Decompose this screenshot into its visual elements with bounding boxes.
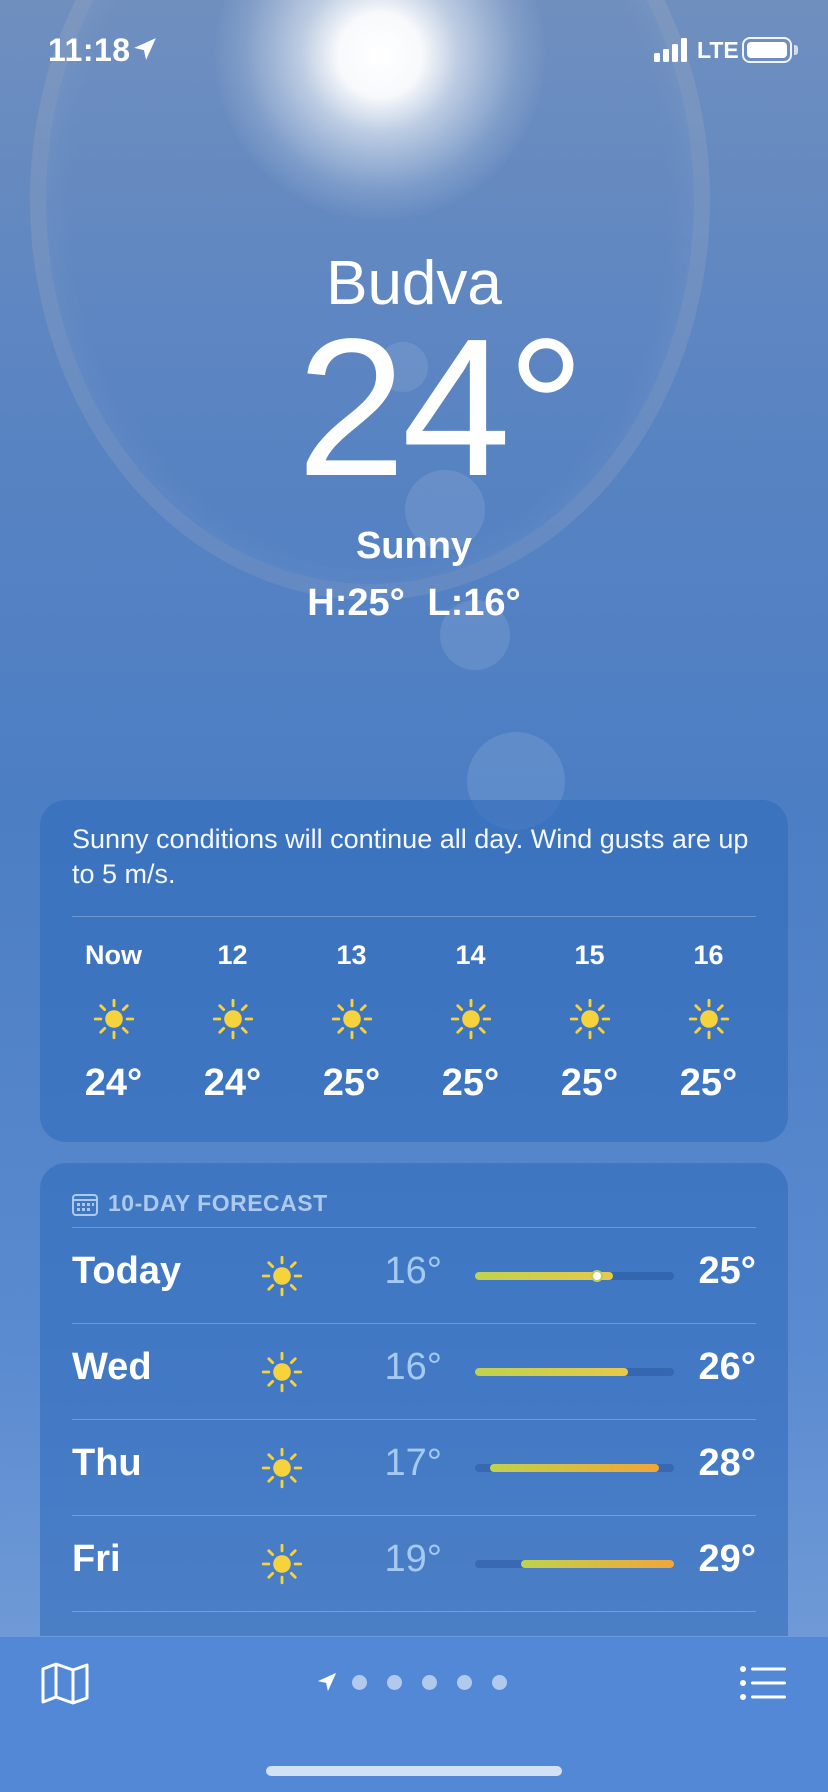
sun-icon <box>212 998 253 1040</box>
current-condition: Sunny <box>355 525 473 567</box>
map-icon[interactable] <box>40 1661 90 1705</box>
forecast-low: 16° <box>384 1346 442 1388</box>
temperature-range-bar <box>475 1270 674 1282</box>
hour-label: 14 <box>455 940 486 970</box>
hour-temp: 24° <box>84 1062 143 1104</box>
temperature-range-bar <box>475 1560 674 1568</box>
sun-icon <box>261 1351 303 1393</box>
sun-icon <box>261 1447 303 1489</box>
temperature-range-fill <box>475 1368 629 1376</box>
high-temp: H:25° <box>307 582 405 624</box>
sun-icon <box>450 998 491 1040</box>
hour-icon-wrap <box>411 980 530 1058</box>
hourly-forecast-card[interactable]: Sunny conditions will continue all day. … <box>40 800 788 1142</box>
hour-label: Now <box>85 940 142 970</box>
page-dot[interactable] <box>492 1674 507 1690</box>
battery-cap <box>794 45 798 55</box>
hour-label: 16 <box>693 940 724 970</box>
forecast-day: Wed <box>72 1346 152 1388</box>
hour-item: Now 24° <box>54 940 173 1105</box>
temperature-range-fill <box>520 1560 674 1568</box>
divider <box>72 916 756 917</box>
hourly-list: Now 24° 12 24° 13 25° 14 25° 15 25° 16 25° <box>54 940 774 1105</box>
hour-label: 15 <box>574 940 605 970</box>
forecast-low: 19° <box>384 1538 442 1580</box>
hour-icon-wrap <box>530 980 649 1058</box>
forecast-high: 29° <box>698 1538 756 1580</box>
weather-summary: Sunny conditions will continue all day. … <box>72 824 749 889</box>
sun-icon <box>331 998 372 1040</box>
low-temp: L:16° <box>427 582 521 624</box>
temperature-range-bar <box>475 1368 674 1376</box>
hour-item: 15 25° <box>530 940 649 1105</box>
hour-temp: 25° <box>441 1062 500 1104</box>
forecast-day: Thu <box>72 1442 142 1484</box>
forecast-icon-wrap <box>260 1254 304 1303</box>
calendar-icon <box>72 1193 98 1216</box>
temperature-range-bar <box>475 1464 674 1472</box>
hour-icon-wrap <box>54 980 173 1058</box>
ten-day-header: 10-DAY FORECAST <box>72 1190 328 1217</box>
forecast-high: 28° <box>698 1442 756 1484</box>
temperature-range-fill <box>490 1464 659 1472</box>
status-time: 11:18 <box>48 32 131 68</box>
forecast-icon-wrap <box>260 1446 304 1495</box>
hour-item: 14 25° <box>411 940 530 1105</box>
hour-icon-wrap <box>173 980 292 1058</box>
hour-temp: 25° <box>679 1062 738 1104</box>
hour-item: 16 25° <box>649 940 768 1105</box>
hour-temp: 24° <box>203 1062 262 1104</box>
forecast-row[interactable]: Wed 16° 26° <box>72 1324 756 1420</box>
hour-icon-wrap <box>292 980 411 1058</box>
hour-temp: 25° <box>560 1062 619 1104</box>
location-arrow-icon <box>134 38 156 60</box>
page-indicator[interactable] <box>316 1671 527 1693</box>
ten-day-title: 10-DAY FORECAST <box>108 1190 328 1216</box>
battery-icon <box>742 37 792 63</box>
forecast-row[interactable]: Fri 19° 29° <box>72 1516 756 1612</box>
forecast-icon-wrap <box>260 1542 304 1591</box>
forecast-day: Fri <box>72 1538 121 1580</box>
sun-icon <box>261 1543 303 1585</box>
forecast-low: 17° <box>384 1442 442 1484</box>
forecast-row[interactable]: Thu 17° 28° <box>72 1420 756 1516</box>
hour-item: 13 25° <box>292 940 411 1105</box>
list-icon[interactable] <box>740 1665 786 1701</box>
sun-icon <box>261 1255 303 1297</box>
current-location-arrow-icon <box>317 1672 337 1692</box>
hour-icon-wrap <box>649 980 768 1058</box>
page-dot[interactable] <box>457 1674 472 1690</box>
network-type: LTE <box>697 37 739 63</box>
sun-icon <box>93 998 134 1040</box>
sun-icon <box>688 998 729 1040</box>
page-dot[interactable] <box>387 1674 402 1690</box>
hour-label: 13 <box>336 940 367 970</box>
sun-icon <box>569 998 610 1040</box>
current-temperature: 24° <box>296 298 585 517</box>
current-temp-dot <box>591 1270 604 1282</box>
home-indicator[interactable] <box>266 1766 562 1776</box>
status-bar: 11:18 LTE <box>0 0 828 100</box>
forecast-row[interactable]: Today 16° 25° <box>72 1228 756 1324</box>
forecast-day: Today <box>72 1250 182 1292</box>
high-low: H:25° L:16° <box>0 582 828 625</box>
signal-strength-icon <box>654 38 687 62</box>
forecast-low: 16° <box>384 1250 442 1292</box>
forecast-high: 26° <box>698 1346 756 1388</box>
hour-temp: 25° <box>322 1062 381 1104</box>
divider <box>72 1611 756 1612</box>
hour-label: 12 <box>217 940 248 970</box>
forecast-icon-wrap <box>260 1350 304 1399</box>
forecast-high: 25° <box>698 1250 756 1292</box>
hour-item: 12 24° <box>173 940 292 1105</box>
page-dot[interactable] <box>422 1674 437 1690</box>
page-dot[interactable] <box>352 1674 367 1690</box>
